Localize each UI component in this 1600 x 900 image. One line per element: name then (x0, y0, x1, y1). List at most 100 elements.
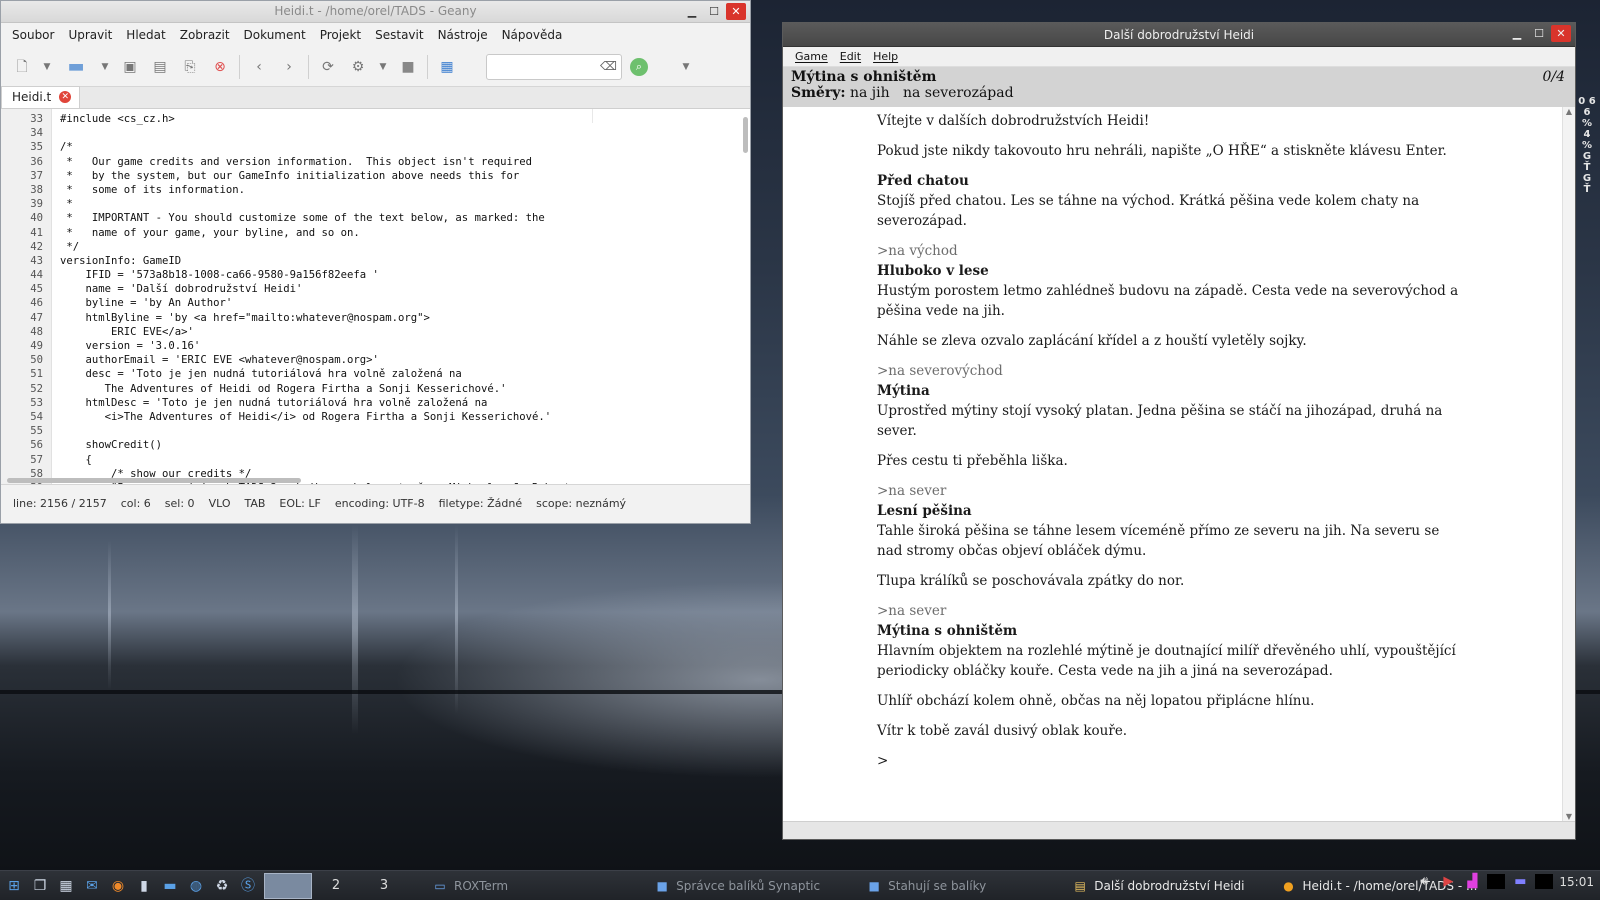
menu-dokument[interactable]: Dokument (237, 28, 313, 42)
menu-projekt[interactable]: Projekt (313, 28, 368, 42)
code-line[interactable] (60, 126, 750, 140)
task-synaptic[interactable]: ■ Správce balíků Synaptic (646, 873, 828, 899)
menu-nastroje[interactable]: Nástroje (431, 28, 495, 42)
forward-arrow-icon[interactable]: › (278, 56, 300, 78)
code-line[interactable]: <i>The Adventures of Heidi</i> od Rogera… (60, 410, 750, 424)
code-line[interactable]: * (60, 197, 750, 211)
revert-icon[interactable]: ⎘ (179, 56, 201, 78)
recycle-icon[interactable]: ♻ (212, 876, 232, 896)
maximize-button[interactable]: ☐ (704, 3, 724, 20)
firefox-icon[interactable]: ◉ (108, 876, 128, 896)
mail-icon[interactable]: ✉ (82, 876, 102, 896)
keyboard-layout-flag-icon[interactable]: ▶ (1439, 874, 1457, 889)
geany-titlebar[interactable]: Heidi.t - /home/orel/TADS - Geany ▁ ☐ ✕ (1, 1, 750, 23)
windows-icon[interactable]: ❐ (30, 876, 50, 896)
code-line[interactable]: authorEmail = 'ERIC EVE <whatever@nospam… (60, 353, 750, 367)
minimize-button[interactable]: ▁ (1507, 25, 1527, 42)
task-label: Správce balíků Synaptic (676, 878, 821, 893)
chevron-down-icon[interactable]: ▼ (377, 56, 389, 78)
line-number: 37 (30, 169, 43, 182)
vertical-scrollbar[interactable] (743, 117, 748, 153)
code-line[interactable]: byline = 'by An Author' (60, 296, 750, 310)
scroll-down-icon[interactable]: ▼ (1563, 812, 1575, 821)
back-arrow-icon[interactable]: ‹ (248, 56, 270, 78)
menu-soubor[interactable]: Soubor (5, 28, 61, 42)
transcript-scrollbar[interactable]: ▲ ▼ (1562, 107, 1575, 821)
search-input[interactable]: ⌫ (486, 53, 622, 80)
code-line[interactable]: htmlDesc = 'Toto je jen nudná tutoriálov… (60, 396, 750, 410)
folder-icon[interactable]: ▬ (160, 876, 180, 896)
app-menu-icon[interactable]: ⊞ (4, 876, 24, 896)
tab-heidi-t[interactable]: Heidi.t ✕ (1, 86, 81, 108)
workspace-1[interactable] (264, 872, 312, 899)
code-line[interactable]: version = '3.0.16' (60, 339, 750, 353)
code-line[interactable]: ERIC EVE</a>' (60, 325, 750, 339)
compile-icon[interactable]: ⟳ (317, 56, 339, 78)
maximize-button[interactable]: ☐ (1529, 25, 1549, 42)
toolbar-overflow-chevron-icon[interactable]: ▼ (680, 56, 692, 78)
chevron-down-icon[interactable]: ▼ (99, 56, 111, 78)
code-line[interactable]: htmlByline = 'by <a href="mailto:whateve… (60, 311, 750, 325)
horizontal-scrollbar[interactable] (7, 478, 301, 483)
open-folder-icon[interactable]: ▬ (61, 56, 91, 78)
close-button[interactable]: ✕ (726, 3, 746, 20)
code-line[interactable]: /* (60, 140, 750, 154)
close-file-icon[interactable]: ⊗ (209, 56, 231, 78)
game-transcript[interactable]: Vítejte v dalších dobrodružstvích Heidi!… (783, 107, 1561, 821)
menu-sestavit[interactable]: Sestavit (368, 28, 430, 42)
code-line[interactable]: The Adventures of Heidi od Rogera Firtha… (60, 382, 750, 396)
code-line[interactable]: */ (60, 240, 750, 254)
menu-help[interactable]: Help (867, 50, 904, 63)
build-gear-icon[interactable]: ⚙ (347, 56, 369, 78)
code-line[interactable]: * some of its information. (60, 183, 750, 197)
menu-upravit[interactable]: Upravit (61, 28, 119, 42)
line-number: 45 (30, 283, 43, 296)
task-downloading[interactable]: ■ Stahují se balíky (858, 873, 994, 899)
menu-napoveda[interactable]: Nápověda (495, 28, 570, 42)
code-line[interactable]: * by the system, but our GameInfo initia… (60, 169, 750, 183)
find-icon[interactable]: ⌕ (630, 57, 648, 76)
minimize-button[interactable]: ▁ (682, 3, 702, 20)
task-heidi-game[interactable]: ▤ Další dobrodružství Heidi (1064, 873, 1252, 899)
code-line[interactable]: showCredit() (60, 438, 750, 452)
code-line[interactable]: * Our game credits and version informati… (60, 155, 750, 169)
workspace-2[interactable]: 2 (312, 873, 360, 899)
code-line[interactable]: { (60, 453, 750, 467)
new-file-icon[interactable]: 🗋 (11, 56, 33, 78)
menu-zobrazit[interactable]: Zobrazit (173, 28, 237, 42)
skype-icon[interactable]: Ⓢ (238, 876, 258, 896)
code-editor[interactable]: 33 34 35 36 37 38 39 40 41 42 43 44 45 46 47 48 49 50 51 52… (1, 109, 750, 484)
close-tab-icon[interactable]: ✕ (59, 91, 72, 103)
code-line[interactable]: * name of your game, your byline, and so… (60, 226, 750, 240)
mouse-icon[interactable]: ▮ (134, 876, 154, 896)
color-chooser-icon[interactable]: ▦ (436, 56, 458, 78)
task-roxterm[interactable]: ▭ ROXTerm (424, 873, 516, 899)
code-line[interactable]: versionInfo: GameID (60, 254, 750, 268)
volume-icon[interactable]: 🔊︎ (1415, 874, 1433, 889)
code-line[interactable]: desc = 'Toto je jen nudná tutoriálová hr… (60, 367, 750, 381)
execute-icon[interactable]: ■ (397, 56, 419, 78)
code-line[interactable]: name = 'Další dobrodružství Heidi' (60, 282, 750, 296)
chevron-down-icon[interactable]: ▼ (41, 56, 53, 78)
grid-icon[interactable]: ▦ (56, 876, 76, 896)
menu-hledat[interactable]: Hledat (119, 28, 172, 42)
menu-game[interactable]: Game (789, 50, 834, 63)
code-line[interactable] (60, 424, 750, 438)
save-all-icon[interactable]: ▤ (149, 56, 171, 78)
score-display: 0/4 (1542, 69, 1565, 85)
code-line[interactable]: * IMPORTANT - You should customize some … (60, 211, 750, 225)
clear-search-icon[interactable]: ⌫ (600, 59, 617, 73)
menu-edit[interactable]: Edit (834, 50, 867, 63)
code-line[interactable]: #include <cs_cz.h> (60, 112, 750, 126)
status-line: line: 2156 / 2157 (13, 497, 107, 510)
code-line[interactable]: IFID = '573a8b18-1008-ca66-9580-9a156f82… (60, 268, 750, 282)
save-icon[interactable]: ▣ (119, 56, 141, 78)
interpreter-titlebar[interactable]: Další dobrodružství Heidi ▁ ☐ ✕ (783, 23, 1575, 47)
status-col: col: 6 (120, 497, 151, 510)
clock[interactable]: 15:01 (1559, 875, 1594, 889)
workspace-3[interactable]: 3 (360, 873, 408, 899)
code-text[interactable]: #include <cs_cz.h> /* * Our game credits … (52, 109, 750, 484)
close-button[interactable]: ✕ (1551, 25, 1571, 42)
scroll-up-icon[interactable]: ▲ (1563, 107, 1575, 116)
browser-icon[interactable]: ◍ (186, 876, 206, 896)
